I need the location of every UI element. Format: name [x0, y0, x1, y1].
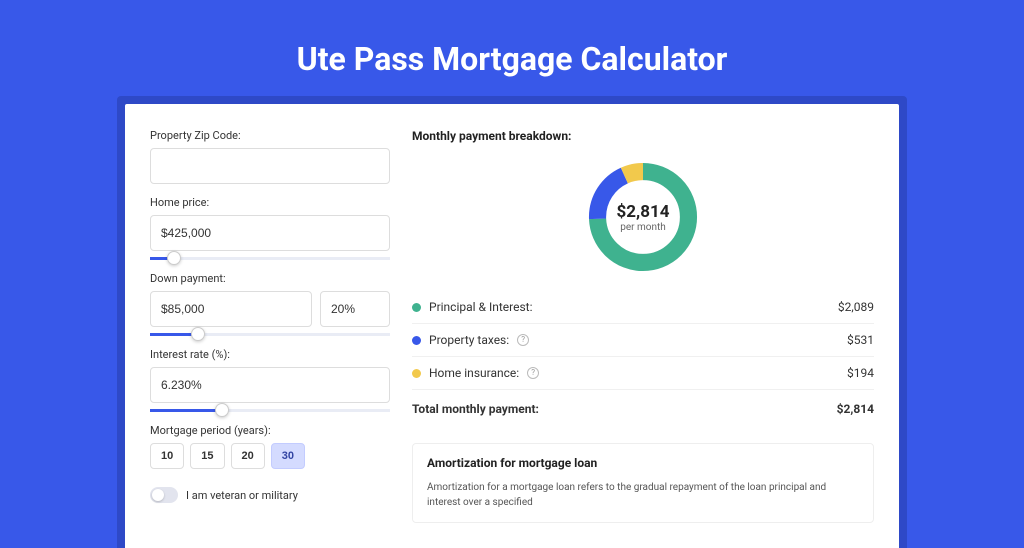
donut-center: $2,814 per month — [583, 157, 703, 277]
down-payment-group: Down payment: — [150, 272, 390, 336]
home-price-input[interactable] — [150, 215, 390, 251]
donut-sub: per month — [620, 222, 666, 233]
donut-amount: $2,814 — [617, 202, 670, 222]
donut-chart: $2,814 per month — [583, 157, 703, 277]
legend-dot — [412, 303, 421, 312]
period-button-20[interactable]: 20 — [231, 443, 265, 469]
breakdown-row: Property taxes:? $531 — [412, 324, 874, 357]
period-label: Mortgage period (years): — [150, 424, 390, 437]
zip-input[interactable] — [150, 148, 390, 184]
legend-dot — [412, 369, 421, 378]
breakdown-label: Property taxes: — [429, 333, 509, 347]
calculator-card: Property Zip Code: Home price: Down paym… — [125, 104, 899, 548]
info-icon[interactable]: ? — [527, 367, 539, 379]
hero: Ute Pass Mortgage Calculator — [0, 0, 1024, 78]
home-price-label: Home price: — [150, 196, 390, 209]
interest-slider[interactable] — [150, 409, 390, 412]
donut-chart-wrap: $2,814 per month — [412, 153, 874, 291]
interest-label: Interest rate (%): — [150, 348, 390, 361]
calculator-card-frame: Property Zip Code: Home price: Down paym… — [117, 96, 907, 548]
down-payment-label: Down payment: — [150, 272, 390, 285]
breakdown-amount: $2,089 — [838, 300, 874, 314]
breakdown-title: Monthly payment breakdown: — [412, 129, 874, 143]
period-buttons: 1015 2030 — [150, 443, 390, 469]
period-button-10[interactable]: 10 — [150, 443, 184, 469]
amortization-title: Amortization for mortgage loan — [427, 456, 859, 470]
amortization-text: Amortization for a mortgage loan refers … — [427, 480, 859, 510]
slider-thumb[interactable] — [167, 251, 181, 265]
inputs-column: Property Zip Code: Home price: Down paym… — [150, 129, 390, 523]
period-button-15[interactable]: 15 — [190, 443, 224, 469]
interest-input[interactable] — [150, 367, 390, 403]
down-payment-input[interactable] — [150, 291, 312, 327]
breakdown-label: Principal & Interest: — [429, 300, 533, 314]
veteran-row: I am veteran or military — [150, 487, 390, 503]
down-payment-pct-input[interactable] — [320, 291, 390, 327]
veteran-toggle[interactable] — [150, 487, 178, 503]
zip-group: Property Zip Code: — [150, 129, 390, 184]
home-price-slider[interactable] — [150, 257, 390, 260]
breakdown-row: Home insurance:? $194 — [412, 357, 874, 390]
veteran-label: I am veteran or military — [186, 489, 298, 502]
home-price-group: Home price: — [150, 196, 390, 260]
slider-thumb[interactable] — [191, 327, 205, 341]
breakdown-amount: $531 — [847, 333, 874, 347]
total-label: Total monthly payment: — [412, 402, 539, 416]
breakdown-amount: $194 — [847, 366, 874, 380]
down-payment-slider[interactable] — [150, 333, 390, 336]
info-icon[interactable]: ? — [517, 334, 529, 346]
slider-thumb[interactable] — [215, 403, 229, 417]
period-button-30[interactable]: 30 — [271, 443, 305, 469]
total-amount: $2,814 — [837, 402, 874, 416]
zip-label: Property Zip Code: — [150, 129, 390, 142]
interest-group: Interest rate (%): — [150, 348, 390, 412]
breakdown-label: Home insurance: — [429, 366, 519, 380]
breakdown-row: Principal & Interest: $2,089 — [412, 291, 874, 324]
results-column: Monthly payment breakdown: $2,814 per mo… — [412, 129, 874, 523]
legend-dot — [412, 336, 421, 345]
page-title: Ute Pass Mortgage Calculator — [0, 40, 1024, 78]
amortization-card: Amortization for mortgage loan Amortizat… — [412, 443, 874, 523]
breakdown-list: Principal & Interest: $2,089 Property taxe… — [412, 291, 874, 390]
period-group: Mortgage period (years): 1015 2030 — [150, 424, 390, 469]
breakdown-total-row: Total monthly payment: $2,814 — [412, 390, 874, 425]
